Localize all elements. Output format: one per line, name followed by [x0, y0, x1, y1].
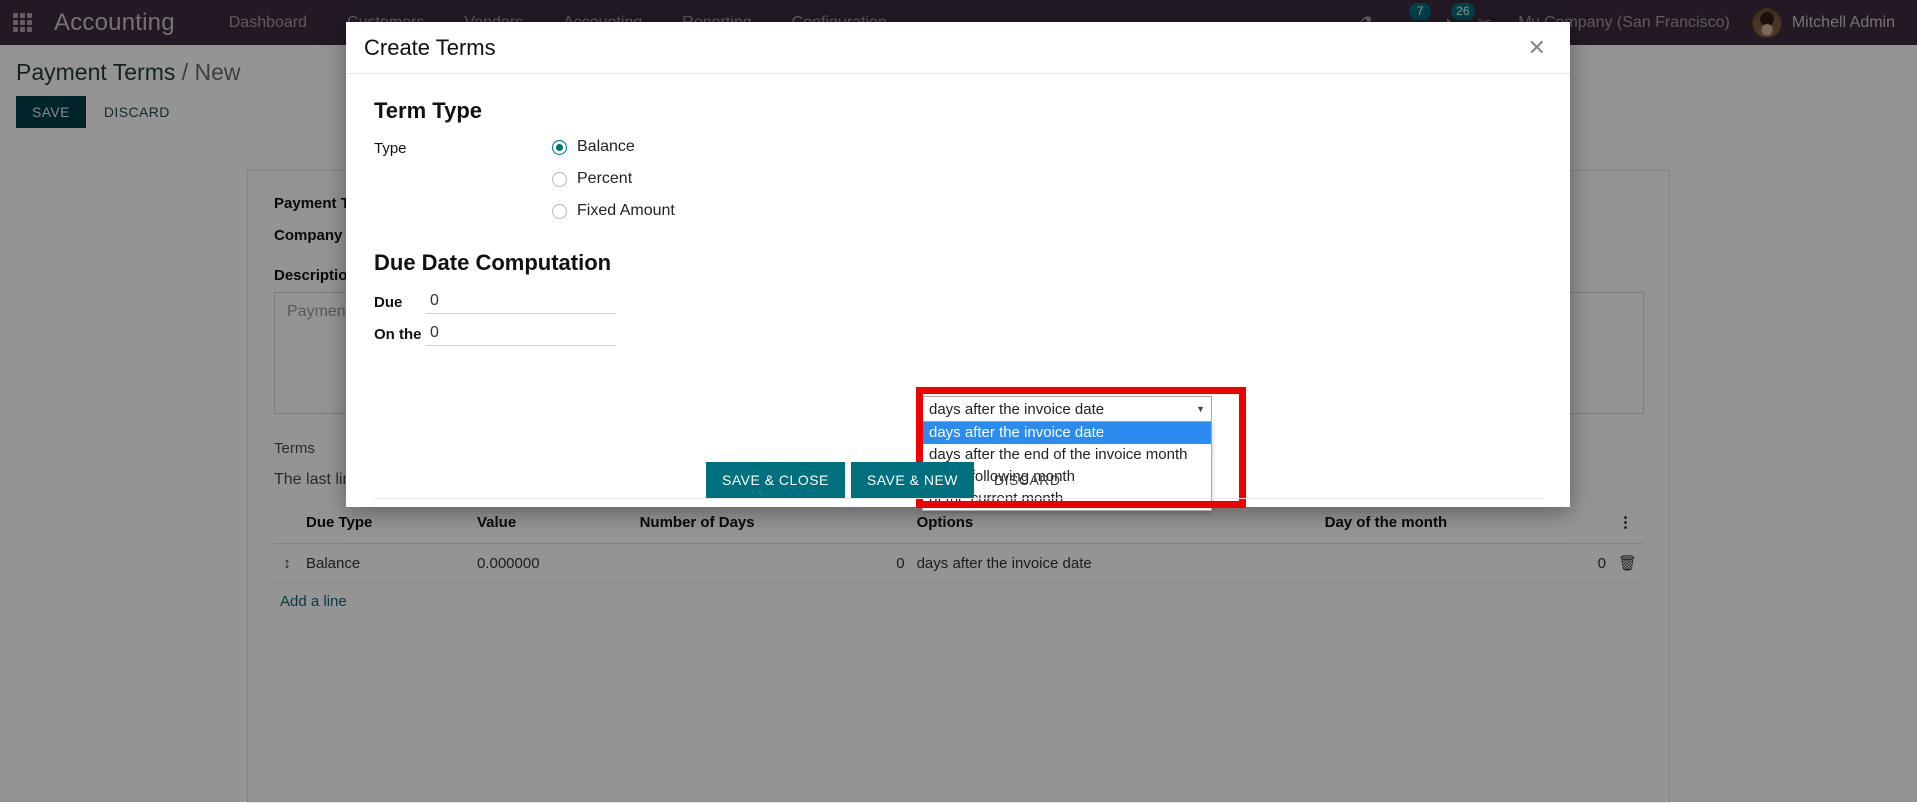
field-label-type: Type [374, 138, 552, 157]
radio-balance-indicator [552, 140, 567, 155]
radio-fixed-amount-indicator [552, 204, 567, 219]
dialog-body: Term Type Type Balance Percent Fixed Amo… [346, 74, 1570, 456]
dialog-header: Create Terms ✕ [346, 22, 1570, 74]
select-display[interactable]: days after the invoice date ▼ [922, 396, 1212, 422]
radio-fixed-amount-label: Fixed Amount [577, 202, 675, 220]
dialog-footer-divider [374, 498, 1542, 499]
close-icon[interactable]: ✕ [1522, 33, 1552, 63]
dialog-footer: SAVE & CLOSE SAVE & NEW DISCARD [706, 462, 1075, 498]
save-and-close-button[interactable]: SAVE & CLOSE [706, 462, 845, 498]
select-selected-value: days after the invoice date [929, 401, 1104, 418]
type-radio-group: Balance Percent Fixed Amount [552, 138, 675, 220]
field-label-on-the: On the [374, 326, 426, 343]
radio-option-balance[interactable]: Balance [552, 138, 675, 156]
save-and-new-button[interactable]: SAVE & NEW [851, 462, 974, 498]
field-label-due: Due [374, 294, 426, 311]
due-field-row: Due 0 [374, 290, 1542, 314]
dialog-discard-button[interactable]: DISCARD [980, 462, 1075, 498]
section-title-term-type: Term Type [374, 98, 1542, 124]
due-input[interactable]: 0 [426, 290, 616, 314]
chevron-down-icon: ▼ [1196, 404, 1205, 414]
on-the-input[interactable]: 0 [426, 322, 616, 346]
radio-option-fixed-amount[interactable]: Fixed Amount [552, 202, 675, 220]
select-option-days-after-the-invoice-date[interactable]: days after the invoice date [923, 422, 1211, 444]
due-date-section: Due Date Computation Due 0 On the 0 [374, 250, 1542, 346]
radio-percent-label: Percent [577, 170, 632, 188]
section-title-due-date-computation: Due Date Computation [374, 250, 1542, 276]
radio-percent-indicator [552, 172, 567, 187]
radio-balance-label: Balance [577, 138, 635, 156]
type-field-row: Type Balance Percent Fixed Amount [374, 138, 1542, 220]
on-the-field-row: On the 0 [374, 322, 1542, 346]
dialog-title: Create Terms [364, 35, 496, 61]
create-terms-dialog: Create Terms ✕ Term Type Type Balance Pe… [346, 22, 1570, 507]
radio-option-percent[interactable]: Percent [552, 170, 675, 188]
